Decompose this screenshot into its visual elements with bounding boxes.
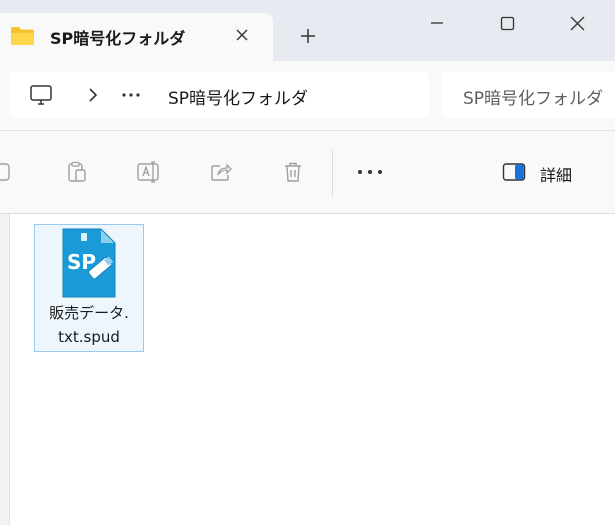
maximize-icon bbox=[500, 16, 514, 30]
more-icon bbox=[358, 170, 382, 174]
file-name-line-1: 販売データ. bbox=[49, 304, 129, 322]
search-input[interactable]: SP暗号化フォルダ bbox=[441, 72, 615, 118]
address-row: SP暗号化フォルダ SP暗号化フォルダ bbox=[0, 61, 615, 130]
rename-icon bbox=[137, 161, 159, 183]
see-more-button[interactable] bbox=[355, 157, 385, 187]
plus-icon bbox=[301, 29, 315, 43]
maximize-button[interactable] bbox=[484, 8, 530, 38]
command-separator bbox=[332, 149, 333, 197]
tab-title: SP暗号化フォルダ bbox=[50, 29, 186, 48]
file-name: 販売データ. txt.spud bbox=[35, 301, 143, 349]
minimize-button[interactable] bbox=[414, 8, 460, 38]
details-pane-button[interactable]: 詳細 bbox=[495, 156, 595, 188]
more-locations-icon[interactable] bbox=[118, 85, 144, 105]
delete-button[interactable] bbox=[278, 157, 308, 187]
tab-sp-folder[interactable]: SP暗号化フォルダ bbox=[0, 13, 273, 61]
copy-icon bbox=[0, 163, 10, 181]
file-name-line-2: txt.spud bbox=[58, 328, 120, 346]
rename-button[interactable] bbox=[134, 157, 164, 187]
navigation-pane-edge bbox=[0, 214, 10, 525]
close-icon bbox=[570, 16, 584, 30]
share-icon bbox=[211, 163, 232, 181]
new-tab-button[interactable] bbox=[293, 21, 323, 51]
chevron-right-icon[interactable] bbox=[82, 84, 104, 106]
spud-file-icon: SP bbox=[62, 228, 116, 298]
trash-icon bbox=[285, 162, 301, 182]
title-bar: SP暗号化フォルダ bbox=[0, 0, 615, 61]
file-item[interactable]: SP 販売データ. txt.spud bbox=[34, 224, 144, 352]
close-icon bbox=[236, 29, 248, 41]
details-label: 詳細 bbox=[540, 166, 573, 185]
address-bar[interactable]: SP暗号化フォルダ bbox=[10, 72, 429, 118]
close-window-button[interactable] bbox=[554, 8, 600, 38]
this-pc-icon[interactable] bbox=[29, 83, 53, 107]
search-placeholder: SP暗号化フォルダ bbox=[463, 89, 604, 109]
share-button[interactable] bbox=[206, 157, 236, 187]
breadcrumb[interactable]: SP暗号化フォルダ bbox=[168, 84, 308, 109]
details-pane-icon bbox=[502, 163, 526, 181]
tab-close-button[interactable] bbox=[229, 22, 255, 48]
command-bar: 詳細 bbox=[0, 131, 615, 213]
minimize-icon bbox=[431, 22, 443, 24]
copy-button[interactable] bbox=[0, 157, 16, 187]
folder-icon bbox=[11, 27, 34, 45]
paste-icon bbox=[68, 161, 86, 182]
paste-button[interactable] bbox=[62, 157, 92, 187]
divider bbox=[0, 213, 615, 214]
